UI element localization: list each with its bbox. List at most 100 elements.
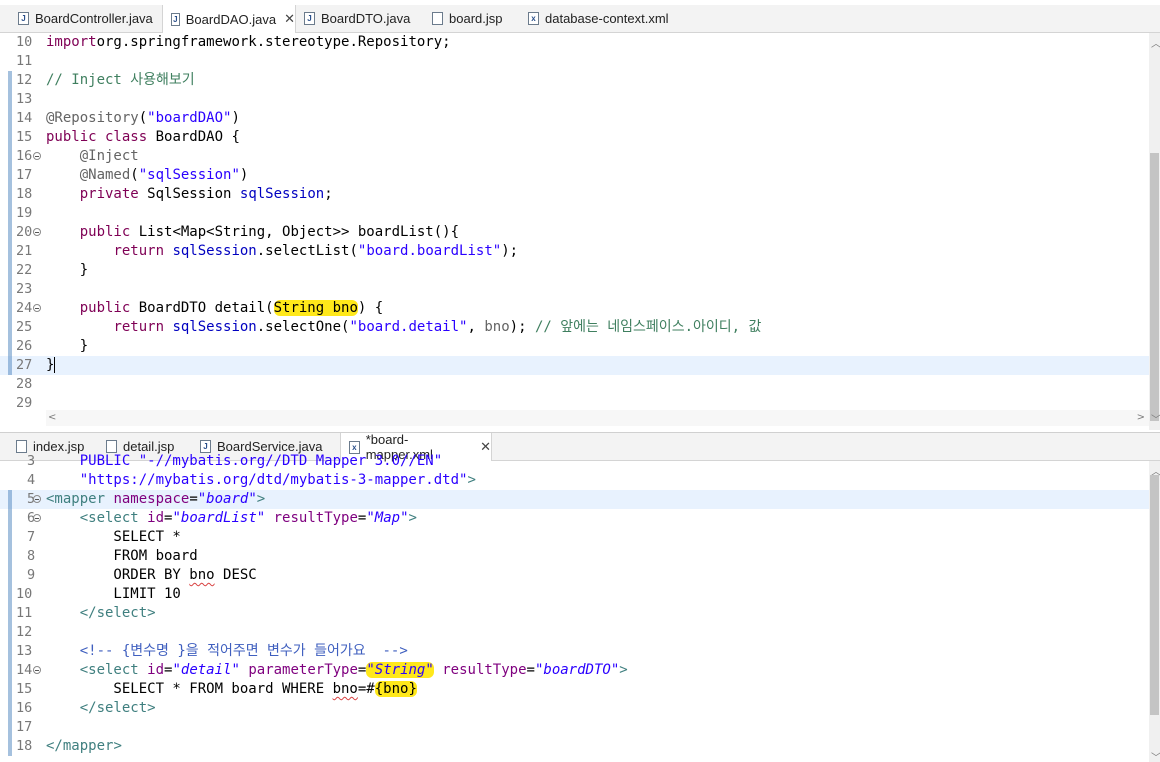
bottom-scroll-thumb[interactable]: [1150, 475, 1159, 715]
code-line[interactable]: 18 </mapper>: [0, 737, 1149, 756]
scroll-right-arrow-icon[interactable]: >: [1137, 412, 1145, 423]
code-text: return sqlSession.selectList("board.boar…: [46, 242, 518, 261]
tab-boarddao-java[interactable]: BoardDAO.java ✕: [162, 5, 296, 33]
code-line[interactable]: 7 SELECT *: [0, 528, 1149, 547]
code-line[interactable]: 24 public BoardDTO detail(String bno) {: [0, 299, 1149, 318]
code-line[interactable]: 15 SELECT * FROM board WHERE bno=#{bno}: [0, 680, 1149, 699]
code-line[interactable]: 19: [0, 204, 1149, 223]
code-line[interactable]: 16 @Inject: [0, 147, 1149, 166]
fold-toggle-icon[interactable]: [33, 495, 41, 503]
bottom-code-editor[interactable]: 3 PUBLIC "-//mybatis.org//DTD Mapper 3.0…: [0, 453, 1160, 762]
code-line[interactable]: 10 LIMIT 10: [0, 585, 1149, 604]
code-line[interactable]: 27}: [0, 356, 1149, 375]
change-marker: [8, 204, 12, 223]
code-line[interactable]: 9 ORDER BY bno DESC: [0, 566, 1149, 585]
tab-boarddto-java[interactable]: BoardDTO.java: [296, 5, 424, 32]
scroll-down-arrow-icon[interactable]: ﹀: [1151, 411, 1160, 426]
top-horizontal-scrollbar[interactable]: < >: [46, 410, 1149, 426]
code-line[interactable]: 15 public class BoardDAO {: [0, 128, 1149, 147]
code-line[interactable]: 18 private SqlSession sqlSession;: [0, 185, 1149, 204]
code-text: FROM board: [46, 547, 197, 566]
code-text: @Inject: [46, 147, 139, 166]
code-line[interactable]: 3 PUBLIC "-//mybatis.org//DTD Mapper 3.0…: [0, 452, 1149, 471]
bottom-vertical-scrollbar[interactable]: ︿ ﹀: [1149, 461, 1160, 762]
change-marker: [8, 261, 12, 280]
line-number: 4: [27, 472, 36, 488]
code-line[interactable]: 14 @Repository("boardDAO"): [0, 109, 1149, 128]
scroll-down-arrow-icon[interactable]: ﹀: [1151, 749, 1160, 762]
code-line[interactable]: 16 </select>: [0, 699, 1149, 718]
code-token: mapper: [62, 738, 114, 754]
code-line[interactable]: 25 return sqlSession.selectOne("board.de…: [0, 318, 1149, 337]
code-line[interactable]: 5 <mapper namespace="board">: [0, 490, 1149, 509]
change-marker: [8, 109, 12, 128]
code-line[interactable]: 28: [0, 375, 1149, 394]
code-text: </select>: [46, 604, 156, 623]
code-line[interactable]: 17: [0, 718, 1149, 737]
code-line[interactable]: 23: [0, 280, 1149, 299]
line-number: 12: [16, 624, 33, 640]
scroll-up-arrow-icon[interactable]: ︿: [1151, 35, 1160, 50]
code-token: BoardDTO detail(: [130, 300, 274, 316]
code-line[interactable]: 20 public List<Map<String, Object>> boar…: [0, 223, 1149, 242]
fold-toggle-icon[interactable]: [33, 228, 41, 236]
line-number: 10: [16, 34, 33, 50]
line-gutter: 11: [0, 52, 46, 71]
top-scroll-thumb[interactable]: [1150, 153, 1159, 421]
code-token: public: [79, 300, 131, 316]
code-line[interactable]: 22 }: [0, 261, 1149, 280]
code-line[interactable]: 17 @Named("sqlSession"): [0, 166, 1149, 185]
scroll-left-arrow-icon[interactable]: <: [48, 412, 56, 423]
line-number: 20: [16, 224, 33, 240]
code-line[interactable]: 4 "https://mybatis.org/dtd/mybatis-3-map…: [0, 471, 1149, 490]
top-vertical-scrollbar[interactable]: ︿ ﹀: [1149, 33, 1160, 430]
code-line[interactable]: 12 // Inject 사용해보기: [0, 71, 1149, 90]
code-text: <select id="boardList" resultType="Map">: [46, 509, 417, 528]
line-gutter: 16: [0, 699, 46, 718]
line-gutter: 17: [0, 718, 46, 737]
line-gutter: 25: [0, 318, 46, 337]
code-token: (: [138, 110, 148, 126]
code-line[interactable]: 26 }: [0, 337, 1149, 356]
code-line[interactable]: 11: [0, 52, 1149, 71]
code-line[interactable]: 21 return sqlSession.selectList("board.b…: [0, 242, 1149, 261]
code-line[interactable]: 6 <select id="boardList" resultType="Map…: [0, 509, 1149, 528]
code-line[interactable]: 12: [0, 623, 1149, 642]
code-token: <select: [79, 510, 139, 526]
code-token: </: [46, 738, 63, 754]
code-line[interactable]: 14 <select id="detail" parameterType="St…: [0, 661, 1149, 680]
tab-database-context-xml[interactable]: database-context.xml: [520, 5, 670, 32]
code-line[interactable]: 10 importorg.springframework.stereotype.R…: [0, 33, 1149, 52]
code-token: PUBLIC "-//mybatis.org//DTD Mapper 3.0//…: [46, 453, 443, 469]
code-token: // Inject 사용해보기: [46, 72, 195, 88]
code-token: "String": [366, 662, 434, 678]
code-line[interactable]: 11 </select>: [0, 604, 1149, 623]
fold-toggle-icon[interactable]: [33, 514, 41, 522]
code-text: // Inject 사용해보기: [46, 71, 195, 90]
code-line[interactable]: 13 <!-- {변수명 }을 적어주면 변수가 들어가요 -->: [0, 642, 1149, 661]
tab-boardcontroller-java[interactable]: BoardController.java: [10, 5, 162, 32]
code-line[interactable]: 13: [0, 90, 1149, 109]
code-line[interactable]: 8 FROM board: [0, 547, 1149, 566]
change-marker: [8, 528, 12, 547]
code-token: </select>: [79, 605, 156, 621]
tab-board-jsp[interactable]: board.jsp: [424, 5, 520, 32]
top-code-editor[interactable]: 10 importorg.springframework.stereotype.R…: [0, 33, 1160, 415]
fold-toggle-icon[interactable]: [33, 666, 41, 674]
top-editor-pane: BoardController.javaBoardDAO.java✕BoardD…: [0, 5, 1160, 430]
close-tab-icon[interactable]: ✕: [284, 11, 295, 27]
fold-toggle-icon[interactable]: [33, 304, 41, 312]
code-token: );: [509, 319, 535, 335]
line-gutter: 18: [0, 185, 46, 204]
line-number: 11: [16, 53, 33, 69]
line-gutter: 4: [0, 471, 46, 490]
fold-toggle-icon[interactable]: [33, 152, 41, 160]
change-marker: [8, 642, 12, 661]
change-marker: [8, 185, 12, 204]
